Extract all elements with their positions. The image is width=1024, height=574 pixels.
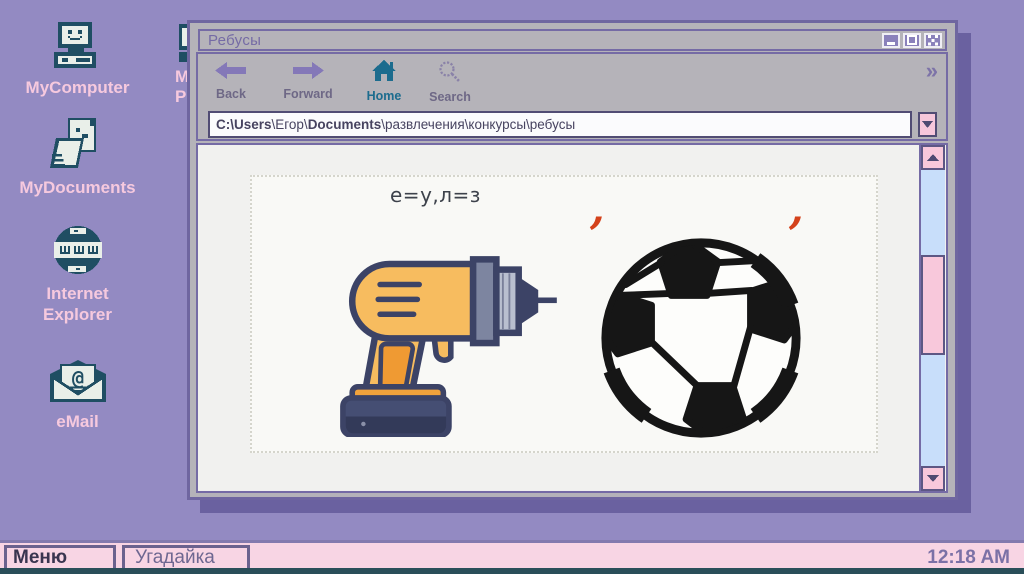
browser-toolbar: Back Forward Home Search » C:\Users \Его… (196, 52, 948, 141)
drill-image (324, 251, 559, 442)
scrollbar-thumb[interactable] (921, 255, 945, 355)
address-segment: Documents (307, 117, 382, 132)
desktop-icon-my-computer[interactable]: MyComputer (10, 22, 145, 98)
desktop-icon-email[interactable]: @ eMail (10, 360, 145, 432)
chevron-up-icon (927, 154, 939, 161)
address-bar-dropdown-button[interactable] (918, 112, 937, 137)
taskbar-clock: 12:18 AM (927, 547, 1010, 568)
bottom-edge-strip (0, 568, 1024, 574)
rebus-puzzle-card: е=у,л=з , , (250, 175, 878, 453)
maximize-icon (907, 34, 917, 45)
close-icon (928, 34, 938, 46)
window-title: Ребусы (208, 31, 262, 49)
desktop-icon-label: MyComputer (25, 78, 130, 97)
rebus-comma-1: , (590, 184, 605, 233)
rebus-window: Ребусы Back Forward Home Search » C:\Use… (187, 20, 958, 500)
desktop-icon-my-documents[interactable]: MyDocuments (10, 118, 145, 198)
rebus-comma-2: , (789, 184, 804, 233)
taskbar: Меню Угадайка 12:18 AM (0, 540, 1024, 571)
forward-button[interactable]: Forward (276, 60, 340, 101)
forward-arrow-icon (293, 62, 324, 79)
chevron-down-icon (927, 475, 939, 482)
back-arrow-icon (215, 62, 246, 79)
documents-icon (49, 118, 96, 168)
window-titlebar[interactable]: Ребусы (198, 29, 947, 51)
maximize-button[interactable] (903, 32, 921, 48)
desktop-icon-label: MyDocuments (19, 178, 136, 197)
search-button[interactable]: Search (418, 60, 482, 104)
browser-content-area: е=у,л=з , , (196, 143, 948, 493)
address-segment: \развлечения\конкурсы\ребусы (381, 117, 576, 132)
address-segment: \Егор\ (271, 117, 308, 132)
minimize-icon (887, 41, 895, 45)
globe-icon (53, 226, 102, 274)
home-button[interactable]: Home (352, 60, 416, 103)
toolbar-overflow-chevron-icon[interactable]: » (926, 58, 938, 84)
desktop-icon-label: Internet Explorer (43, 284, 112, 324)
scroll-up-button[interactable] (921, 145, 945, 170)
minimize-button[interactable] (882, 32, 900, 48)
address-bar-input[interactable]: C:\Users \Егор\ Documents \развлечения\конк… (208, 111, 912, 138)
rebus-caption: е=у,л=з (390, 183, 481, 207)
close-button[interactable] (924, 32, 942, 48)
address-segment: C:\Users (216, 117, 272, 132)
envelope-icon: @ (49, 360, 106, 402)
desktop-icon-label: eMail (56, 412, 99, 431)
back-button[interactable]: Back (199, 60, 263, 101)
search-icon (439, 61, 460, 82)
soccer-ball-image (592, 227, 810, 454)
chevron-down-icon (922, 121, 933, 128)
svg-text:@: @ (71, 366, 83, 390)
vertical-scrollbar[interactable] (919, 145, 945, 491)
scroll-down-button[interactable] (921, 466, 945, 491)
desktop-icon-internet-explorer[interactable]: Internet Explorer (10, 224, 145, 325)
computer-icon (53, 22, 96, 68)
home-icon (372, 60, 396, 81)
